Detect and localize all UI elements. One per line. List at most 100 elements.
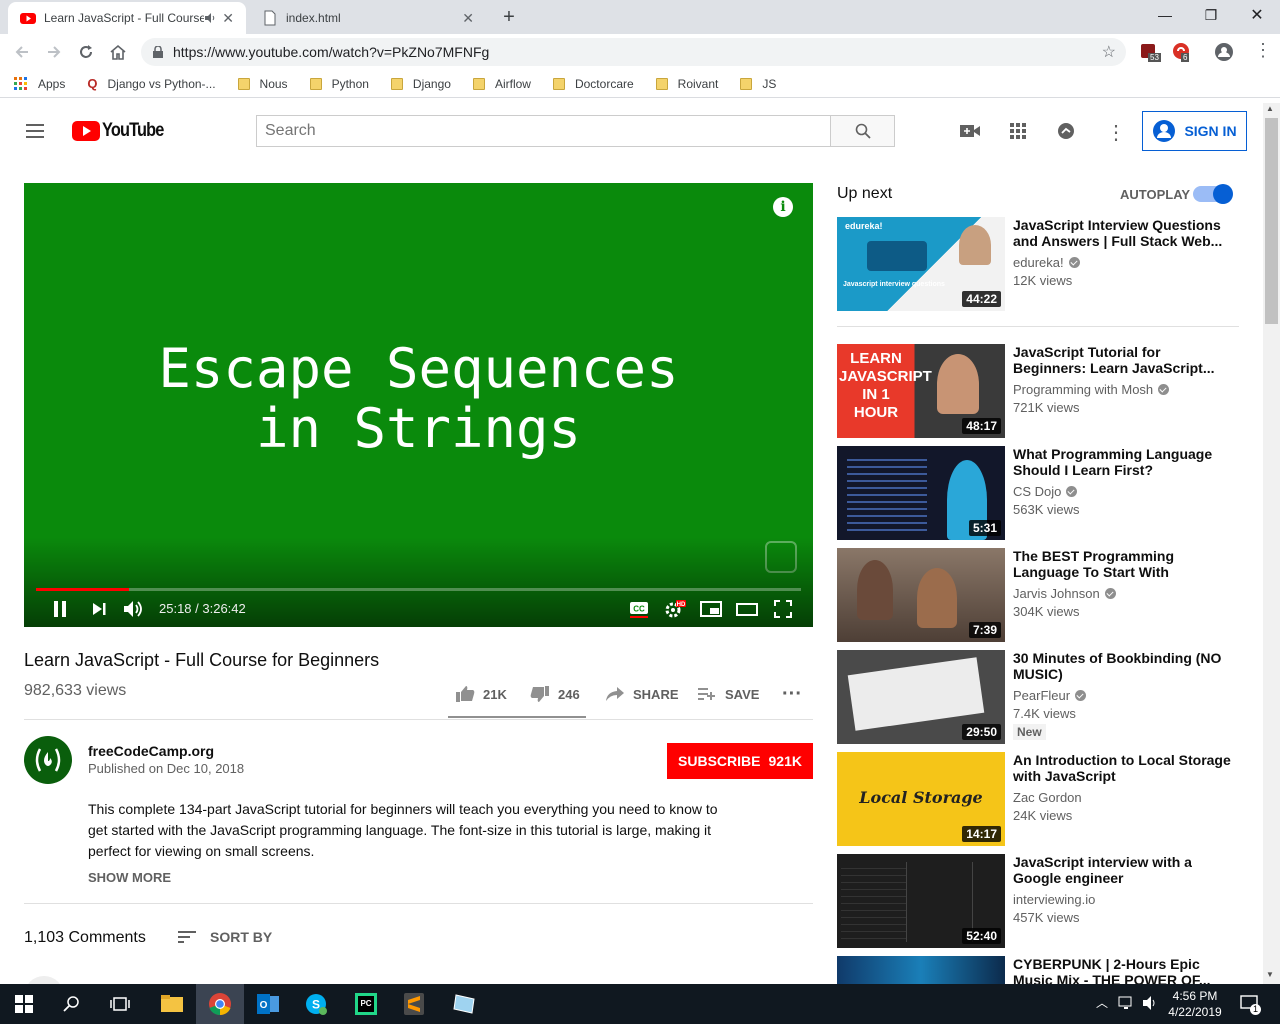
theater-mode-icon[interactable] <box>735 597 759 621</box>
home-icon[interactable] <box>104 40 132 64</box>
windows-start-icon[interactable] <box>0 984 48 1024</box>
extension-icon[interactable]: 6 <box>1172 42 1192 62</box>
miniplayer-icon[interactable] <box>699 597 723 621</box>
save-label: SAVE <box>725 686 760 702</box>
apps-icon[interactable] <box>1008 121 1028 146</box>
share-label: SHARE <box>633 686 679 702</box>
scrollbar-thumb[interactable] <box>1265 118 1278 324</box>
video-duration: 14:17 <box>962 826 1001 842</box>
video-title: JavaScript Interview Questions and Answe… <box>1013 217 1223 249</box>
playlist-add-icon <box>698 688 715 700</box>
browser-tab-youtube[interactable]: Learn JavaScript - Full Course ✕ <box>8 2 246 34</box>
youtube-logo[interactable]: YouTube <box>72 120 173 142</box>
channel-avatar[interactable] <box>24 736 72 784</box>
bookmark-apps[interactable]: Apps <box>14 76 65 91</box>
bookmark-folder[interactable]: Django <box>390 77 451 91</box>
bookmark-folder[interactable]: Nous <box>237 77 288 91</box>
fullscreen-icon[interactable] <box>771 597 795 621</box>
bookmark-star-icon[interactable]: ☆ <box>1102 42 1116 62</box>
save-button[interactable]: SAVE <box>697 684 759 704</box>
thumbnail-person <box>959 225 991 265</box>
close-tab-icon[interactable]: ✕ <box>462 10 474 27</box>
profile-icon[interactable] <box>1214 42 1234 67</box>
create-video-icon[interactable] <box>958 121 982 146</box>
channel-name[interactable]: freeCodeCamp.org <box>88 743 214 759</box>
extension-icon[interactable]: 53 <box>1140 42 1161 62</box>
restore-window-icon[interactable]: ❐ <box>1188 0 1234 30</box>
task-view-icon[interactable] <box>96 984 144 1024</box>
action-center-icon[interactable]: 1 <box>1240 994 1261 1015</box>
show-hidden-icons-icon[interactable]: ︿ <box>1096 994 1108 1011</box>
info-icon[interactable]: i <box>773 197 793 217</box>
more-actions-icon[interactable]: ··· <box>782 683 802 706</box>
video-player[interactable]: Escape Sequences in Strings i 25:18 / 3:… <box>24 183 813 627</box>
sort-by-button[interactable]: SORT BY <box>178 929 272 945</box>
app-icon[interactable] <box>440 984 488 1024</box>
dislike-button[interactable]: 246 <box>530 684 580 704</box>
outlook-icon[interactable]: O <box>244 984 292 1024</box>
network-icon[interactable] <box>1118 995 1136 1016</box>
reload-icon[interactable] <box>72 40 100 64</box>
bookmark-folder[interactable]: Roivant <box>655 77 718 91</box>
up-next-video-card[interactable]: 52:40 JavaScript interview with a Google… <box>837 854 1257 948</box>
bookmark-folder[interactable]: Doctorcare <box>552 77 634 91</box>
file-explorer-icon[interactable] <box>148 984 196 1024</box>
chrome-icon[interactable] <box>196 984 244 1024</box>
autoplay-toggle[interactable] <box>1193 184 1233 204</box>
up-next-video-card[interactable]: CYBERPUNK | 2-Hours Epic Music Mix - THE… <box>837 956 1257 984</box>
publish-date: Published on Dec 10, 2018 <box>88 761 245 776</box>
up-next-video-card[interactable]: LEARN JAVASCRIPT IN 1 HOUR 48:17 JavaScr… <box>837 344 1257 438</box>
bookmark-django-vs-python[interactable]: Q Django vs Python-... <box>87 76 215 91</box>
up-next-video-card[interactable]: 29:50 30 Minutes of Bookbinding (NO MUSI… <box>837 650 1257 744</box>
show-more-button[interactable]: SHOW MORE <box>88 870 171 885</box>
thumbnail-person <box>857 560 893 620</box>
up-next-video-card[interactable]: 5:31 What Programming Language Should I … <box>837 446 1257 540</box>
next-icon[interactable] <box>87 597 111 621</box>
bookmark-folder[interactable]: JS <box>740 77 776 91</box>
settings-gear-icon[interactable]: HD <box>663 597 687 621</box>
lock-icon <box>153 46 163 58</box>
back-icon[interactable] <box>8 40 36 64</box>
skype-icon[interactable]: S <box>292 984 340 1024</box>
search-icon[interactable] <box>48 984 96 1024</box>
hamburger-menu-icon[interactable] <box>24 122 48 145</box>
browser-menu-icon[interactable]: ⋮ <box>1254 40 1272 61</box>
close-window-icon[interactable]: ✕ <box>1234 0 1280 30</box>
thumbnail-graphic <box>867 241 927 271</box>
browser-tab-index[interactable]: index.html ✕ <box>250 2 486 34</box>
settings-more-icon[interactable]: ⋮ <box>1106 120 1126 145</box>
scroll-down-icon[interactable]: ▼ <box>1266 970 1274 979</box>
new-tab-button[interactable]: + <box>496 6 522 28</box>
up-next-video-card[interactable]: 7:39 The BEST Programming Language To St… <box>837 548 1257 642</box>
video-duration: 7:39 <box>968 622 1001 638</box>
pause-icon[interactable] <box>48 597 72 621</box>
taskbar-clock[interactable]: 4:56 PM 4/22/2019 <box>1160 988 1230 1020</box>
extension-badge: 6 <box>1181 53 1190 62</box>
up-next-video-card[interactable]: edureka! Javascript interview questions … <box>837 217 1257 311</box>
address-bar[interactable]: https://www.youtube.com/watch?v=PkZNo7MF… <box>141 38 1126 66</box>
scroll-up-icon[interactable]: ▲ <box>1266 104 1274 113</box>
minimize-window-icon[interactable]: — <box>1142 0 1188 30</box>
share-button[interactable]: SHARE <box>605 684 679 704</box>
like-button[interactable]: 21K <box>455 684 507 704</box>
search-input[interactable]: Search <box>256 115 831 147</box>
up-next-video-card[interactable]: Local Storage 14:17 An Introduction to L… <box>837 752 1257 846</box>
search-button[interactable] <box>830 115 895 147</box>
sublime-text-icon[interactable] <box>390 984 438 1024</box>
close-tab-icon[interactable]: ✕ <box>222 10 234 27</box>
progress-bar[interactable] <box>36 588 801 591</box>
speaker-icon[interactable] <box>1142 995 1160 1016</box>
captions-icon[interactable]: CC <box>627 597 651 621</box>
sign-in-button[interactable]: SIGN IN <box>1142 111 1247 151</box>
messages-icon[interactable] <box>1056 121 1076 146</box>
forward-icon[interactable] <box>40 40 68 64</box>
volume-icon[interactable] <box>122 597 146 621</box>
subscribe-button[interactable]: SUBSCRIBE 921K <box>667 743 813 779</box>
youtube-logo-text: YouTube <box>102 120 164 141</box>
folder-icon <box>740 77 753 90</box>
bookmark-folder[interactable]: Airflow <box>472 77 531 91</box>
thumbnail-text: edureka! <box>845 221 883 231</box>
channel-label: Zac Gordon <box>1013 790 1082 805</box>
bookmark-folder[interactable]: Python <box>309 77 369 91</box>
pycharm-icon[interactable]: PC <box>342 984 390 1024</box>
